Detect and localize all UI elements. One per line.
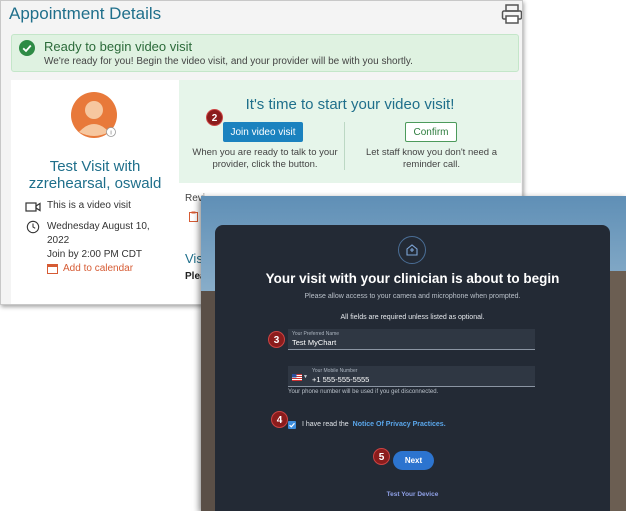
visit-title: Test Visit with zzrehearsal, oswald — [28, 158, 162, 192]
background-building — [609, 271, 626, 511]
hospital-logo-icon — [398, 236, 426, 264]
next-button[interactable]: Next — [393, 451, 434, 470]
dialog-subtitle: Please allow access to your camera and m… — [304, 293, 521, 300]
printer-icon[interactable] — [501, 4, 523, 24]
join-by-time: Join by 2:00 PM CDT — [47, 249, 143, 260]
check-circle-icon — [19, 40, 35, 56]
svg-text:i: i — [110, 131, 111, 137]
preferred-name-value[interactable]: Test MyChart — [292, 338, 336, 347]
us-flag-icon[interactable] — [292, 374, 302, 381]
preferred-name-field[interactable]: Your Preferred Name Test MyChart — [288, 329, 535, 350]
video-camera-icon — [25, 202, 41, 212]
add-to-calendar-label: Add to calendar — [63, 263, 134, 274]
required-fields-note: All fields are required unless listed as… — [340, 314, 485, 321]
start-video-panel: It's time to start your video visit! Joi… — [179, 80, 521, 183]
provider-avatar-icon: i — [71, 92, 117, 138]
test-your-device-link[interactable]: Test Your Device — [215, 491, 610, 498]
confirm-button[interactable]: Confirm — [405, 122, 457, 142]
privacy-checkbox[interactable] — [288, 421, 296, 429]
visit-summary-card: i Test Visit with zzrehearsal, oswald Th… — [11, 80, 179, 304]
privacy-agreement: I have read the Notice Of Privacy Practi… — [302, 421, 446, 428]
banner-title: Ready to begin video visit — [44, 39, 193, 54]
step-badge-2: 2 — [206, 109, 223, 126]
preferred-name-label: Your Preferred Name — [292, 331, 340, 337]
checkmark-icon — [289, 422, 295, 428]
dialog-title: Your visit with your clinician is about … — [265, 271, 560, 286]
step-badge-5: 5 — [373, 448, 390, 465]
visit-date: Wednesday August 10, 2022 — [47, 221, 150, 246]
step-badge-3: 3 — [268, 331, 285, 348]
calendar-icon — [47, 264, 58, 274]
country-dropdown-caret-icon[interactable]: ▼ — [303, 374, 308, 380]
video-visit-window: Your visit with your clinician is about … — [201, 196, 626, 511]
ready-banner: Ready to begin video visit We're ready f… — [11, 34, 519, 72]
mobile-number-label: Your Mobile Number — [312, 368, 358, 374]
privacy-notice-link[interactable]: Notice Of Privacy Practices. — [353, 421, 446, 428]
step-badge-4: 4 — [271, 411, 288, 428]
mobile-number-field[interactable]: ▼ Your Mobile Number +1 555-555-5555 — [288, 366, 535, 387]
confirm-description: Let staff know you don't need a reminder… — [365, 147, 498, 170]
clipboard-icon — [189, 211, 198, 222]
visit-type-text: This is a video visit — [47, 200, 131, 211]
page-title: Appointment Details — [9, 4, 162, 23]
phone-hint: Your phone number will be used if you ge… — [288, 389, 439, 395]
mobile-number-value[interactable]: +1 555-555-5555 — [312, 375, 369, 384]
visit-start-dialog: Your visit with your clinician is about … — [215, 225, 610, 511]
privacy-text: I have read the — [302, 421, 349, 428]
join-description: When you are ready to talk to your provi… — [192, 147, 338, 170]
join-video-visit-button[interactable]: Join video visit — [223, 122, 303, 142]
clock-icon — [26, 220, 40, 234]
banner-subtitle: We're ready for you! Begin the video vis… — [44, 56, 413, 67]
start-heading: It's time to start your video visit! — [245, 96, 455, 113]
